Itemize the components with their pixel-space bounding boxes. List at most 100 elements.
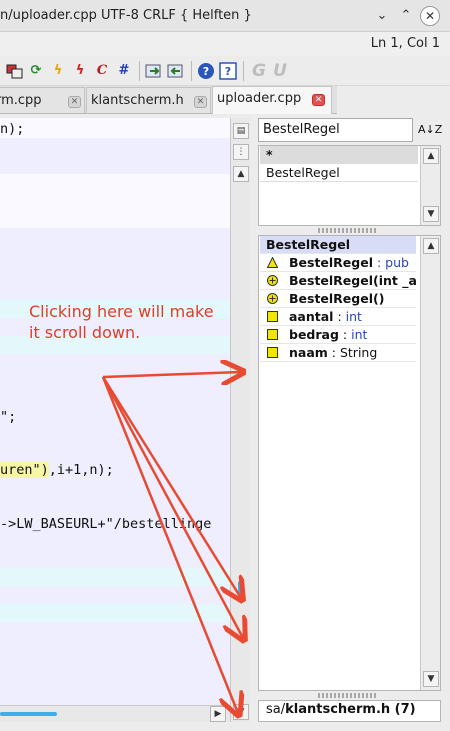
line-band bbox=[0, 568, 230, 586]
context-help-icon[interactable]: ? bbox=[219, 62, 237, 80]
hash-icon[interactable]: # bbox=[115, 62, 133, 80]
class-list[interactable]: * BestelRegel ▲ ▼ bbox=[258, 145, 441, 226]
code-line: n); bbox=[0, 121, 25, 137]
member-name: bedrag bbox=[289, 327, 339, 342]
string-literal: uren" bbox=[0, 462, 41, 478]
svg-text:?: ? bbox=[225, 65, 231, 78]
list-item[interactable]: BestelRegel(int _a bbox=[260, 272, 416, 290]
sort-alphabetical-icon[interactable]: A↓Z bbox=[418, 118, 442, 142]
member-signature: () bbox=[373, 291, 385, 306]
class-list-scrollbar[interactable]: ▲ ▼ bbox=[420, 146, 440, 225]
tab-label: uploader.cpp bbox=[217, 91, 302, 106]
circle-plus-icon bbox=[267, 275, 278, 286]
tab-rm-cpp[interactable]: rm.cpp ✕ bbox=[0, 87, 85, 113]
member-name: BestelRegel bbox=[289, 273, 373, 288]
app-window: n/uploader.cpp UTF-8 CRLF { Helften } ⌄ … bbox=[0, 0, 450, 731]
scroll-right-icon[interactable]: ▶ bbox=[210, 706, 226, 722]
toolbar-separator bbox=[243, 61, 244, 81]
member-list-scrollbar[interactable]: ▲ ▼ bbox=[420, 236, 440, 690]
cursor-position: Ln 1, Col 1 bbox=[370, 36, 440, 51]
split-horizontal-icon[interactable]: ⋮ bbox=[233, 144, 249, 160]
list-item[interactable]: aantal : int bbox=[260, 308, 416, 326]
selected-class-name: BestelRegel bbox=[266, 237, 350, 252]
member-separator: : bbox=[338, 327, 352, 342]
italic-c-icon[interactable]: C bbox=[93, 62, 111, 80]
lightning-red-icon[interactable]: ϟ bbox=[71, 62, 89, 80]
member-name: aantal bbox=[289, 309, 334, 324]
title-bar: n/uploader.cpp UTF-8 CRLF { Helften } ⌄ … bbox=[0, 0, 450, 32]
member-list[interactable]: BestelRegel BestelRegel : pub BestelRege… bbox=[258, 235, 441, 691]
file-path-prefix: sa/ bbox=[266, 702, 286, 717]
circle-plus-icon bbox=[267, 293, 278, 304]
search-value: BestelRegel bbox=[263, 122, 340, 137]
square-icon bbox=[267, 311, 278, 322]
maximize-button[interactable]: ⌃ bbox=[396, 6, 416, 26]
file-entry[interactable]: sa/klantscherm.h (7) bbox=[266, 702, 416, 717]
square-icon bbox=[267, 347, 278, 358]
help-icon[interactable]: ? bbox=[197, 62, 215, 80]
string-literal: "/bestellinge bbox=[105, 516, 212, 532]
file-count: (7) bbox=[390, 702, 416, 717]
code-editor[interactable]: n); "; uren"),i+1,n); ->LW_BASEURL+"/bes… bbox=[0, 118, 230, 705]
splitter-grip[interactable] bbox=[318, 228, 378, 233]
minimize-button[interactable]: ⌄ bbox=[372, 6, 392, 26]
code-line: ->LW_BASEURL+"/bestellinge bbox=[0, 514, 211, 534]
line-band bbox=[0, 604, 230, 622]
scroll-down-button[interactable]: ▼ bbox=[233, 704, 249, 720]
list-item[interactable]: BestelRegel bbox=[260, 164, 418, 182]
member-separator: : bbox=[327, 345, 340, 360]
splitter-grip[interactable] bbox=[318, 693, 378, 698]
file-list[interactable]: sa/klantscherm.h (7) bbox=[258, 700, 441, 722]
list-item[interactable]: BestelRegel : pub bbox=[260, 254, 416, 272]
list-item[interactable]: BestelRegel() bbox=[260, 290, 416, 308]
tab-klantscherm-h[interactable]: klantscherm.h ✕ bbox=[86, 87, 211, 113]
lightning-icon[interactable]: ϟ bbox=[49, 62, 67, 80]
u-icon[interactable]: U bbox=[271, 62, 289, 80]
close-button[interactable]: ✕ bbox=[420, 6, 440, 26]
scroll-up-icon[interactable]: ▲ bbox=[233, 166, 249, 182]
list-item[interactable]: * bbox=[260, 146, 418, 164]
member-signature: (int _a bbox=[373, 273, 416, 288]
triangle-icon bbox=[267, 257, 278, 268]
member-name: naam bbox=[289, 345, 328, 360]
editor-horizontal-scrollbar[interactable]: ▶ bbox=[0, 705, 230, 722]
close-tab-icon[interactable]: ✕ bbox=[68, 96, 81, 108]
outline-search-input[interactable]: BestelRegel bbox=[258, 118, 413, 142]
scroll-position-marker bbox=[238, 581, 242, 596]
member-type: : pub bbox=[373, 255, 409, 270]
list-item[interactable]: bedrag : int bbox=[260, 326, 416, 344]
member-type: String bbox=[339, 345, 378, 360]
tab-uploader-cpp[interactable]: uploader.cpp ✕ bbox=[212, 86, 332, 114]
horizontal-scroll-thumb[interactable] bbox=[0, 712, 57, 716]
refresh-icon[interactable]: ⟳ bbox=[27, 62, 45, 80]
member-type: int bbox=[351, 327, 368, 342]
tile-icon[interactable] bbox=[6, 62, 24, 80]
toolbar-separator bbox=[139, 61, 140, 81]
file-name: klantscherm.h bbox=[285, 702, 391, 717]
g-icon[interactable]: G bbox=[250, 62, 268, 80]
member-name: BestelRegel bbox=[289, 291, 373, 306]
list-item[interactable]: naam : String bbox=[260, 344, 416, 362]
scroll-up-icon[interactable]: ▲ bbox=[423, 148, 439, 164]
paren: ) bbox=[40, 462, 49, 478]
close-tab-icon[interactable]: ✕ bbox=[194, 96, 207, 108]
tab-label: klantscherm.h bbox=[91, 93, 184, 108]
status-line: Ln 1, Col 1 bbox=[0, 32, 450, 56]
current-line-band bbox=[0, 118, 230, 138]
scroll-down-icon[interactable]: ▼ bbox=[423, 206, 439, 222]
editor-tabs: rm.cpp ✕ klantscherm.h ✕ uploader.cpp ✕ bbox=[0, 86, 337, 114]
square-icon bbox=[267, 329, 278, 340]
member-type: int bbox=[345, 309, 362, 324]
annotation-text: Clicking here will make it scroll down. bbox=[29, 302, 214, 342]
import-icon[interactable] bbox=[167, 62, 185, 80]
member-separator: : bbox=[333, 309, 346, 324]
window-title: n/uploader.cpp UTF-8 CRLF { Helften } bbox=[0, 8, 252, 23]
scroll-up-icon[interactable]: ▲ bbox=[423, 238, 439, 254]
scroll-down-icon[interactable]: ▼ bbox=[423, 671, 439, 687]
editor-vertical-scrollbar[interactable]: ▤ ⋮ ▲ ▼ bbox=[230, 118, 250, 722]
split-view-icon[interactable]: ▤ bbox=[233, 123, 249, 139]
member-name: BestelRegel bbox=[289, 255, 373, 270]
close-tab-icon[interactable]: ✕ bbox=[312, 94, 325, 106]
export-icon[interactable] bbox=[145, 62, 163, 80]
toolbar: ⟳ ϟ ϟ C # ? ? G U bbox=[0, 56, 450, 86]
